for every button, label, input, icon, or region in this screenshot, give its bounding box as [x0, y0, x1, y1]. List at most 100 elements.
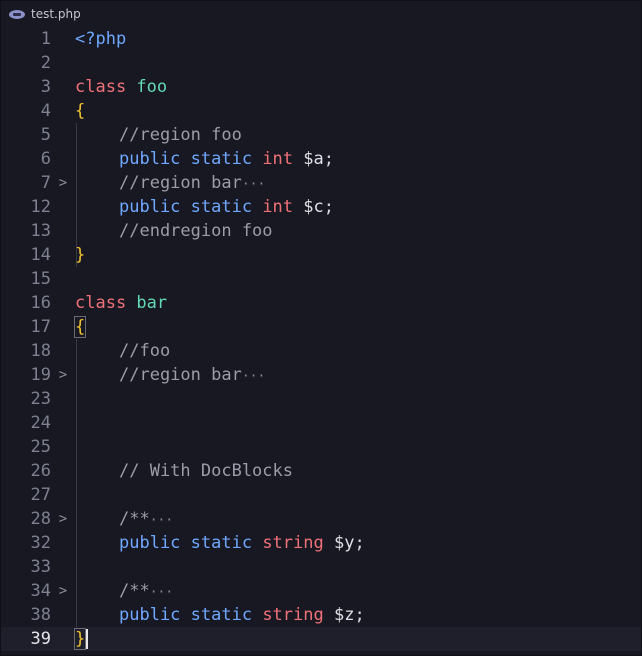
code-text[interactable]: class bar [75, 291, 641, 315]
code-text[interactable] [75, 267, 641, 291]
code-line[interactable]: 15 [1, 267, 641, 291]
code-token: bar [136, 293, 168, 313]
code-text[interactable] [75, 387, 641, 411]
code-text[interactable]: <?php [75, 27, 641, 51]
code-text[interactable]: //endregion foo [75, 219, 641, 243]
code-line[interactable]: 32 public static string $y; [1, 531, 641, 555]
php-file-icon [9, 9, 25, 19]
code-token: $a [303, 149, 324, 169]
code-line[interactable]: 5 //region foo [1, 123, 641, 147]
code-line[interactable]: 18 //foo [1, 339, 641, 363]
code-text[interactable]: // With DocBlocks [75, 459, 641, 483]
code-text[interactable] [75, 555, 641, 579]
code-line[interactable]: 25 [1, 435, 641, 459]
code-line[interactable]: 4{ [1, 99, 641, 123]
line-number: 28 [30, 509, 51, 529]
code-line[interactable]: 33 [1, 555, 641, 579]
code-token: //region foo [119, 125, 242, 145]
code-line[interactable]: 12 public static int $c; [1, 195, 641, 219]
code-line[interactable]: 19 >//region bar··· [1, 363, 641, 387]
code-text[interactable]: { [75, 99, 641, 123]
fold-gutter [51, 459, 75, 483]
code-token: class [75, 77, 137, 97]
code-line[interactable]: 17 { [1, 315, 641, 339]
code-token: <?php [75, 29, 127, 49]
code-text[interactable]: class foo [75, 75, 641, 99]
code-text[interactable]: //region bar··· [75, 171, 641, 195]
fold-gutter [51, 315, 75, 339]
code-editor[interactable]: 1 <?php 2 3 class foo 4{5//region foo 6 public … [1, 27, 641, 651]
code-line[interactable]: 1 <?php [1, 27, 641, 51]
code-text[interactable]: public static string $y; [75, 531, 641, 555]
folded-region-ellipsis[interactable]: ··· [150, 585, 173, 600]
code-text[interactable] [75, 51, 641, 75]
code-line[interactable]: 38 public static string $z; [1, 603, 641, 627]
code-text[interactable]: //foo [75, 339, 641, 363]
code-token: } [75, 245, 86, 265]
fold-chevron-icon[interactable]: > [51, 507, 75, 531]
code-text[interactable]: public static string $z; [75, 603, 641, 627]
line-number: 14 [30, 245, 51, 265]
fold-gutter [51, 267, 75, 291]
code-token: { [75, 101, 86, 121]
folded-region-ellipsis[interactable]: ··· [242, 177, 265, 192]
folded-region-ellipsis[interactable]: ··· [242, 369, 265, 384]
code-line[interactable]: 24 [1, 411, 641, 435]
line-number: 12 [30, 197, 51, 217]
fold-gutter [51, 243, 75, 267]
code-token: ; [354, 605, 365, 625]
line-number: 17 [30, 317, 51, 337]
line-number: 2 [40, 53, 51, 73]
fold-gutter [51, 483, 75, 507]
fold-gutter [51, 291, 75, 315]
code-line[interactable]: 26 // With DocBlocks [1, 459, 641, 483]
line-number: 32 [30, 533, 51, 553]
code-text[interactable]: public static int $c; [75, 195, 641, 219]
code-line[interactable]: 39} [1, 627, 641, 651]
fold-chevron-icon[interactable]: > [51, 171, 75, 195]
code-token: { [73, 316, 87, 338]
code-text[interactable] [75, 411, 641, 435]
line-number: 5 [40, 125, 51, 145]
code-text[interactable]: } [73, 627, 641, 651]
code-token: $y [333, 533, 355, 553]
code-line[interactable]: 28 >/**··· [1, 507, 641, 531]
code-line[interactable]: 27 [1, 483, 641, 507]
code-line[interactable]: 7 >//region bar··· [1, 171, 641, 195]
line-number: 13 [30, 221, 51, 241]
code-line[interactable]: 23 [1, 387, 641, 411]
code-token: //foo [119, 341, 171, 361]
code-token: //region bar [119, 365, 242, 385]
editor-tab[interactable]: test.php [1, 1, 641, 27]
code-text[interactable]: } [75, 243, 641, 267]
code-text[interactable]: //region bar··· [75, 363, 641, 387]
editor-window: test.php 1 <?php 2 3 class foo 4{5//region fo… [1, 1, 641, 655]
code-text[interactable] [75, 483, 641, 507]
line-number: 33 [30, 557, 51, 577]
fold-gutter [51, 219, 75, 243]
code-line[interactable]: 14} [1, 243, 641, 267]
fold-gutter [51, 123, 75, 147]
code-token: class [75, 293, 137, 313]
code-token: /** [119, 581, 150, 601]
code-text[interactable]: //region foo [75, 123, 641, 147]
code-line[interactable]: 6 public static int $a; [1, 147, 641, 171]
code-text[interactable] [75, 435, 641, 459]
code-token: } [73, 628, 87, 650]
fold-gutter [51, 387, 75, 411]
fold-gutter [51, 99, 75, 123]
code-line[interactable]: 3 class foo [1, 75, 641, 99]
code-text[interactable]: /**··· [75, 579, 641, 603]
code-line[interactable]: 13 //endregion foo [1, 219, 641, 243]
fold-chevron-icon[interactable]: > [51, 363, 75, 387]
code-text[interactable]: { [73, 315, 641, 339]
code-line[interactable]: 16 class bar [1, 291, 641, 315]
code-text[interactable]: public static int $a; [75, 147, 641, 171]
code-token: int [262, 197, 304, 217]
code-text[interactable]: /**··· [75, 507, 641, 531]
code-line[interactable]: 2 [1, 51, 641, 75]
code-token: ; [323, 149, 334, 169]
code-line[interactable]: 34 >/**··· [1, 579, 641, 603]
folded-region-ellipsis[interactable]: ··· [150, 513, 173, 528]
fold-chevron-icon[interactable]: > [51, 579, 75, 603]
